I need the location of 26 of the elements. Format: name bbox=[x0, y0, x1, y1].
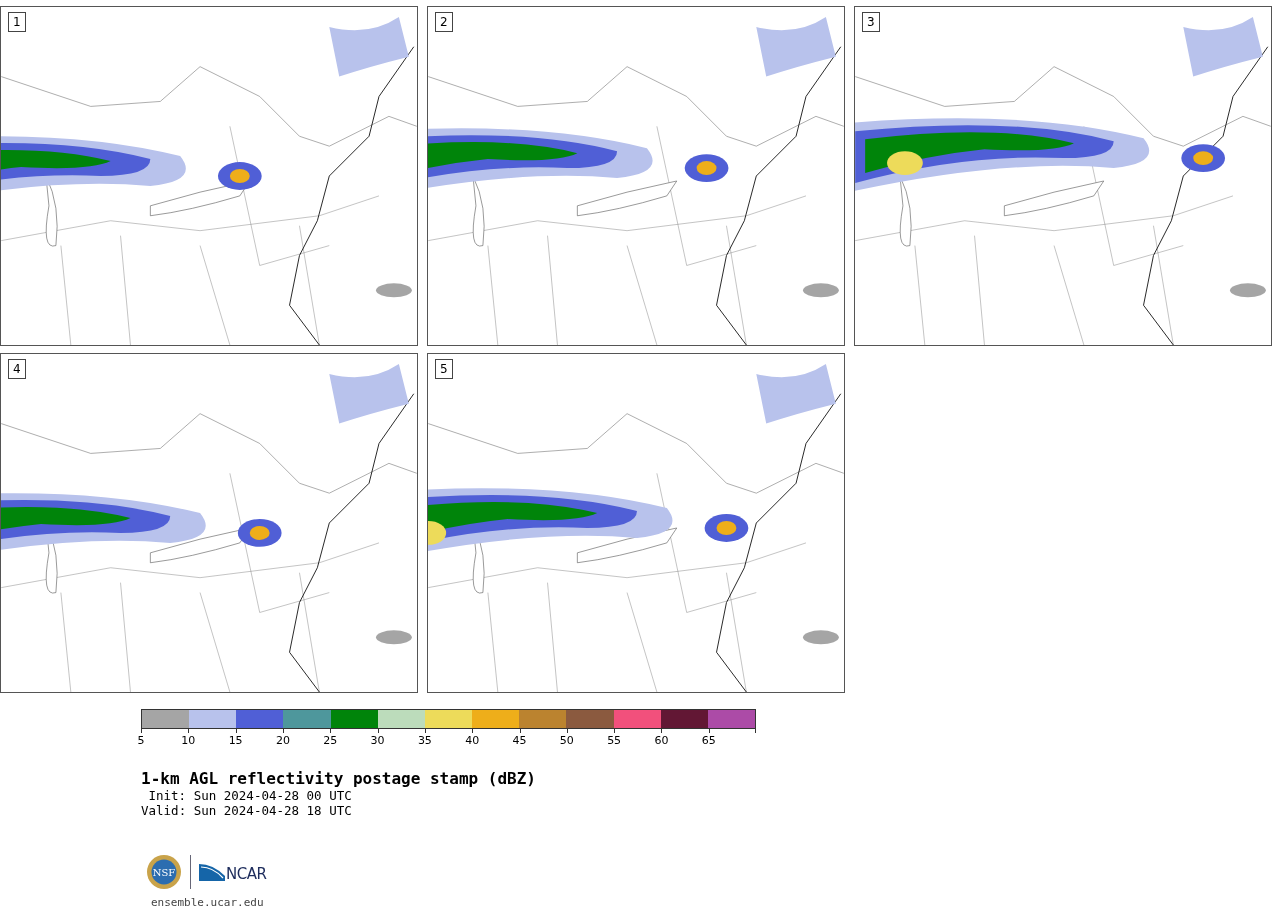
ncar-logo: NCAR bbox=[199, 862, 267, 882]
chart-title: 1-km AGL reflectivity postage stamp (dBZ) bbox=[141, 769, 537, 788]
tick-label: 35 bbox=[417, 735, 432, 747]
panel-number: 5 bbox=[435, 359, 453, 379]
nsf-logo: NSF bbox=[146, 854, 182, 890]
tick-label: 65 bbox=[701, 735, 716, 747]
tick-label: 30 bbox=[370, 735, 385, 747]
panel-number: 4 bbox=[8, 359, 26, 379]
tick-label: 45 bbox=[512, 735, 527, 747]
tick-label: 60 bbox=[654, 735, 669, 747]
tick-label: 50 bbox=[559, 735, 574, 747]
time-label: Init: bbox=[148, 788, 187, 803]
panel-number: 1 bbox=[8, 12, 26, 32]
tick-label: 5 bbox=[137, 735, 145, 747]
tick-label: 10 bbox=[181, 735, 196, 747]
tick-label: 20 bbox=[275, 735, 290, 747]
time-value: Sun 2024-04-28 00 UTC bbox=[193, 788, 352, 803]
tick-label: 40 bbox=[465, 735, 480, 747]
tick-label: 55 bbox=[607, 735, 622, 747]
time-label: Valid: bbox=[141, 803, 187, 818]
panel-number: 3 bbox=[862, 12, 880, 32]
website-link[interactable]: ensemble.ucar.edu bbox=[151, 896, 264, 909]
time-value: Sun 2024-04-28 18 UTC bbox=[193, 803, 352, 818]
tick-label: 25 bbox=[323, 735, 338, 747]
tick-label: 15 bbox=[228, 735, 243, 747]
panel-number: 2 bbox=[435, 12, 453, 32]
